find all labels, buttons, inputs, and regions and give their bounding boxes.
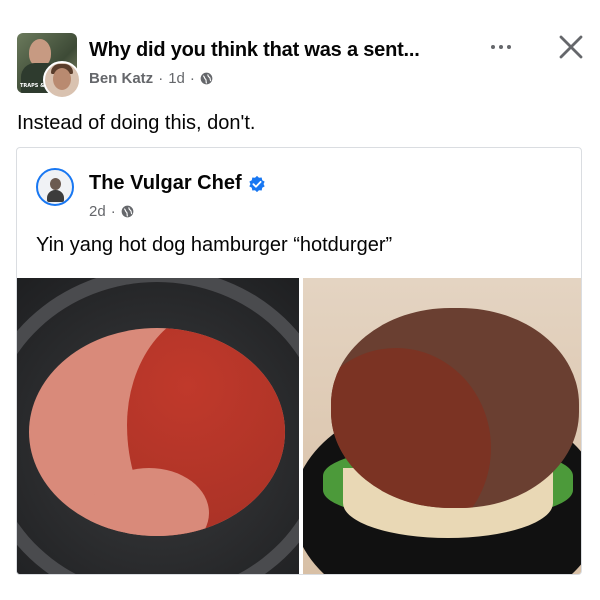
meta-separator: ·: [110, 203, 116, 220]
post-caption: Instead of doing this, don't.: [17, 112, 256, 134]
shared-author-name[interactable]: The Vulgar Chef: [89, 172, 242, 195]
group-title[interactable]: Why did you think that was a sent...: [89, 39, 420, 62]
post-meta: Ben Katz · 1d ·: [89, 70, 213, 87]
shared-post-meta: 2d ·: [89, 203, 134, 220]
user-avatar[interactable]: [43, 61, 81, 99]
cooked-burger-photo[interactable]: [303, 278, 581, 574]
author-name[interactable]: Ben Katz: [89, 70, 153, 87]
raw-yin-yang-patty: [29, 328, 285, 536]
shared-author: The Vulgar Chef: [89, 172, 266, 195]
post-header: TRAPS & A Why did you think that was a s…: [0, 0, 600, 100]
chef-avatar[interactable]: [36, 168, 74, 206]
close-icon[interactable]: [557, 33, 585, 61]
cooked-yin-yang-patty: [331, 308, 579, 508]
raw-patty-photo[interactable]: [17, 278, 299, 574]
shared-post-text: Yin yang hot dog hamburger “hotdurger”: [36, 234, 393, 256]
meta-separator: ·: [158, 70, 164, 87]
shared-post-card[interactable]: The Vulgar Chef 2d · Yin yang hot dog ha…: [16, 147, 582, 575]
globe-icon: [200, 72, 213, 85]
meta-separator: ·: [189, 70, 195, 87]
more-horizontal-icon[interactable]: [488, 37, 514, 57]
verified-badge-icon: [248, 175, 265, 192]
post-time[interactable]: 1d: [168, 70, 185, 87]
globe-icon: [121, 205, 134, 218]
group-avatar[interactable]: TRAPS & A: [17, 33, 81, 99]
shared-post-time[interactable]: 2d: [89, 203, 106, 220]
